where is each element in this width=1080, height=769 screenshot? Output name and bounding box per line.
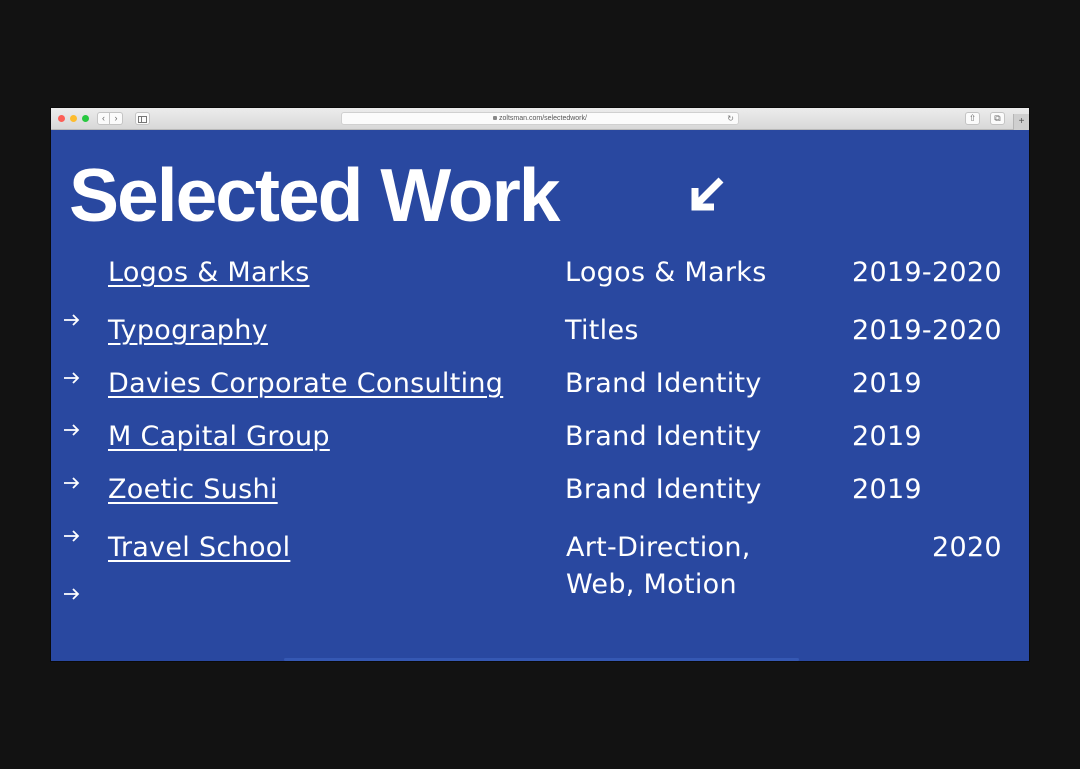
arrow-right-icon [64,477,80,489]
chevron-left-icon: ‹ [102,113,105,123]
project-link-travel-school[interactable]: Travel School [108,530,290,566]
browser-window: ‹ › zoltsman.com/selectedwork/ ↻ ⇧ ⧉ + S… [51,108,1029,661]
arrow-right-icon [64,314,80,326]
address-bar[interactable]: zoltsman.com/selectedwork/ ↻ [341,112,739,125]
plus-icon: + [1018,116,1025,127]
show-tabs-button[interactable]: ⧉ [990,112,1005,125]
share-button[interactable]: ⇧ [965,112,980,125]
sidebar-toggle-button[interactable] [135,112,150,125]
minimize-window-button[interactable] [70,115,77,122]
arrow-right-icon [64,424,80,436]
url-text: zoltsman.com/selectedwork/ [499,115,587,122]
back-button[interactable]: ‹ [97,112,110,125]
reload-icon[interactable]: ↻ [727,113,734,124]
new-tab-button[interactable]: + [1013,114,1029,130]
project-link-typography[interactable]: Typography [108,313,268,349]
zoom-window-button[interactable] [82,115,89,122]
project-link-logos-marks[interactable]: Logos & Marks [108,255,310,291]
arrow-right-icon [64,588,80,600]
browser-toolbar: ‹ › zoltsman.com/selectedwork/ ↻ ⇧ ⧉ + [51,108,1029,130]
close-window-button[interactable] [58,115,65,122]
project-year: 2019 [852,421,922,452]
share-icon: ⇧ [968,113,977,123]
project-category: Brand Identity [565,474,762,505]
arrow-right-icon [64,530,80,542]
project-year: 2019-2020 [852,315,1002,346]
project-category: Logos & Marks [565,257,767,288]
project-year: 2019 [852,474,922,505]
project-category: Brand Identity [565,368,762,399]
page-content: Selected Work Logos & Marks Logos & Mark… [51,130,1029,661]
chevron-right-icon: › [114,113,118,123]
project-year: 2019-2020 [852,257,1002,288]
project-year: 2020 [932,532,1002,563]
lock-icon [493,116,498,121]
project-link-davies-corporate-consulting[interactable]: Davies Corporate Consulting [108,366,503,402]
sidebar-icon [138,116,147,123]
arrow-right-icon [64,372,80,384]
arrow-down-left-icon [691,177,724,211]
project-link-zoetic-sushi[interactable]: Zoetic Sushi [108,472,278,508]
project-link-m-capital-group[interactable]: M Capital Group [108,419,330,455]
tabs-icon: ⧉ [994,113,1001,123]
project-category: Brand Identity [565,421,762,452]
scroll-indicator [284,658,799,661]
project-year: 2019 [852,368,922,399]
project-category: Art-Direction, Web, Motion [566,532,751,600]
forward-button[interactable]: › [110,112,123,125]
page-title: Selected Work [69,153,560,237]
project-category: Titles [565,315,639,346]
